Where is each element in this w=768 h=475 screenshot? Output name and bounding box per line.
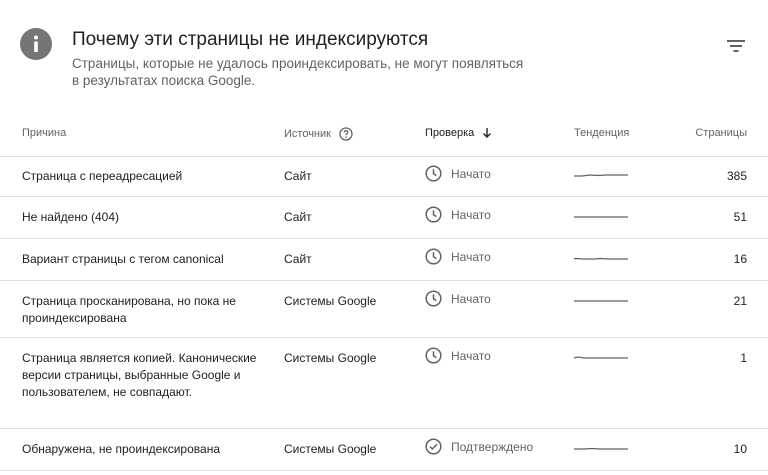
status-text: Начато — [451, 348, 491, 363]
reason-cell: Страница является копией. Канонические в… — [22, 351, 257, 399]
table-header: Причина Источник Проверка Тенденция Стра… — [0, 114, 768, 157]
reason-cell: Страница с переадресацией — [22, 169, 183, 183]
card-title: Почему эти страницы не индексируются — [72, 29, 429, 50]
source-cell: Системы Google — [284, 294, 377, 308]
check-cell: Начато — [425, 290, 491, 307]
column-label: Источник — [284, 128, 331, 140]
status-text: Начато — [451, 166, 491, 181]
trend-sparkline — [574, 300, 628, 302]
table-row[interactable]: Вариант страницы с тегом canonical Сайт … — [0, 239, 768, 281]
table-row[interactable]: Страница просканирована, но пока не прои… — [0, 281, 768, 338]
pages-count: 51 — [733, 210, 747, 224]
source-cell: Системы Google — [284, 351, 377, 365]
column-label: Проверка — [425, 127, 475, 139]
pages-count: 1 — [740, 351, 747, 365]
check-cell: Подтверждено — [425, 438, 533, 455]
arrow-down-icon — [483, 128, 492, 138]
table-row[interactable]: Обнаружена, не проиндексирована Системы … — [0, 429, 768, 471]
indexing-reasons-card: Почему эти страницы не индексируются Стр… — [0, 0, 768, 475]
check-cell: Начато — [425, 347, 491, 364]
column-header-trend: Тенденция — [574, 127, 629, 139]
status-text: Начато — [451, 207, 491, 222]
pages-count: 10 — [733, 442, 747, 456]
trend-sparkline — [574, 257, 628, 260]
trend-sparkline — [574, 356, 628, 359]
trend-sparkline — [574, 447, 628, 450]
column-header-check[interactable]: Проверка — [425, 127, 492, 139]
pages-count: 16 — [733, 252, 747, 266]
status-text: Подтверждено — [451, 439, 534, 454]
check-cell: Начато — [425, 248, 491, 265]
reason-cell: Вариант страницы с тегом canonical — [22, 252, 224, 266]
source-cell: Сайт — [284, 210, 312, 224]
filter-button[interactable] — [722, 34, 750, 58]
check-circle-icon — [425, 438, 442, 455]
column-header-reason[interactable]: Причина — [22, 127, 66, 139]
reason-cell: Обнаружена, не проиндексирована — [22, 442, 220, 456]
clock-icon — [425, 248, 442, 265]
clock-icon — [425, 290, 442, 307]
table-row[interactable]: Страница является копией. Канонические в… — [0, 338, 768, 429]
table-body: Страница с переадресацией Сайт Начато 38… — [0, 156, 768, 471]
card-subtitle: Страницы, которые не удалось проиндексир… — [72, 56, 524, 88]
check-cell: Начато — [425, 206, 491, 223]
help-icon[interactable] — [339, 127, 353, 141]
column-label: Тенденция — [574, 127, 630, 139]
clock-icon — [425, 347, 442, 364]
column-label: Страницы — [695, 127, 747, 139]
pages-count: 385 — [726, 169, 747, 183]
trend-sparkline — [574, 174, 628, 177]
pages-count: 21 — [733, 294, 747, 308]
source-cell: Системы Google — [284, 442, 377, 456]
check-cell: Начато — [425, 165, 491, 182]
reason-cell: Страница просканирована, но пока не прои… — [22, 294, 236, 325]
table-row[interactable]: Страница с переадресацией Сайт Начато 38… — [0, 156, 768, 197]
table-row[interactable]: Не найдено (404) Сайт Начато 51 — [0, 197, 768, 239]
trend-sparkline — [574, 216, 628, 218]
info-icon — [20, 28, 52, 60]
reason-cell: Не найдено (404) — [22, 210, 120, 224]
card-header: Почему эти страницы не индексируются Стр… — [0, 0, 768, 120]
status-text: Начато — [451, 291, 491, 306]
column-label: Причина — [22, 127, 67, 139]
filter-icon — [727, 40, 745, 52]
status-text: Начато — [451, 249, 491, 264]
column-header-pages[interactable]: Страницы — [695, 127, 747, 139]
source-cell: Сайт — [284, 169, 312, 183]
clock-icon — [425, 165, 442, 182]
source-cell: Сайт — [284, 252, 312, 266]
clock-icon — [425, 206, 442, 223]
column-header-source[interactable]: Источник — [284, 127, 353, 141]
